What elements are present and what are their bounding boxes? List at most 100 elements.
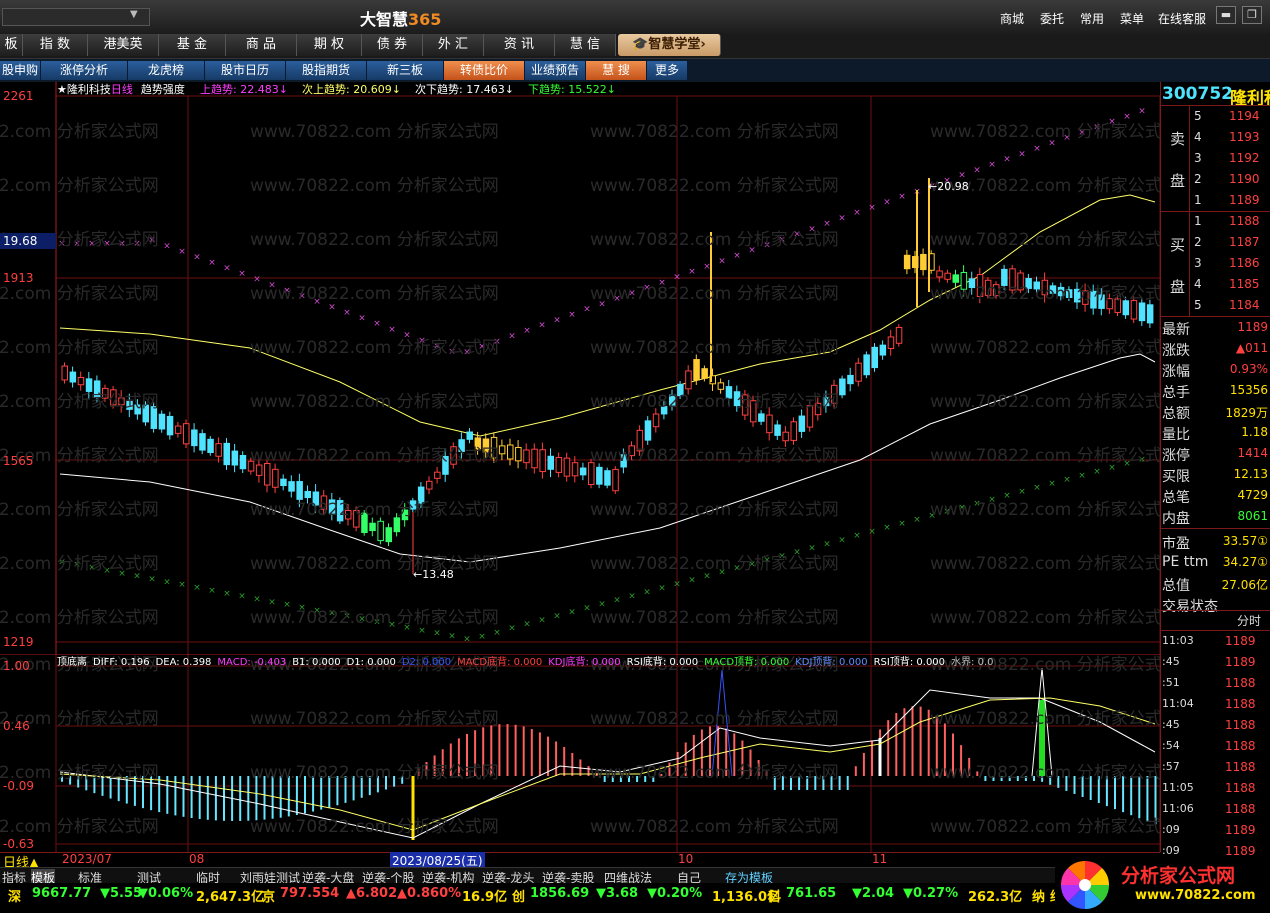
watermark-text: www.70822.com 分析家公式网: [590, 554, 839, 574]
up-trend-cross: ×: [1003, 155, 1011, 165]
nav2-neeq[interactable]: 新三板: [367, 61, 444, 80]
nav-academy[interactable]: 🎓智慧学堂›: [618, 34, 721, 56]
menu-common[interactable]: 常用: [1080, 10, 1104, 27]
legend-down: 下趋势: 15.522↓: [528, 83, 616, 96]
nav2-calendar[interactable]: 股市日历: [205, 61, 286, 80]
ticker-change: ▼2.04: [852, 886, 895, 901]
candle: [644, 420, 652, 441]
bid-price[interactable]: 1184: [1229, 298, 1260, 312]
nav-bond[interactable]: 债 券: [362, 34, 423, 56]
ticker-code[interactable]: 纳: [1032, 886, 1045, 905]
menu-mall[interactable]: 商城: [1000, 10, 1024, 27]
nav2-ipo[interactable]: 股申购: [0, 61, 41, 80]
tick-header[interactable]: 分时: [1237, 612, 1261, 629]
app-name: 大智慧: [360, 10, 409, 29]
ticker-pct: ▼0.27%: [903, 886, 959, 901]
nav-forex[interactable]: 外 汇: [423, 34, 484, 56]
nav2-forecast[interactable]: 业绩预告: [525, 61, 586, 80]
up-trend-cross: ×: [583, 305, 591, 315]
ticker-change: ▼5.55: [100, 886, 143, 901]
restore-icon[interactable]: ❐: [1242, 6, 1262, 24]
bid-price[interactable]: 1187: [1229, 235, 1260, 249]
ask-price[interactable]: 1193: [1229, 130, 1260, 144]
down-trend-cross: ×: [1048, 479, 1056, 489]
ticker-code[interactable]: 创: [512, 886, 525, 905]
ticker-code[interactable]: 科: [768, 886, 781, 905]
candle: [701, 368, 708, 379]
bid-price[interactable]: 1188: [1229, 214, 1260, 228]
ask-price[interactable]: 1189: [1229, 193, 1260, 207]
candle: [871, 346, 878, 369]
legend-down-name: 下趋势: [528, 83, 561, 96]
search-input[interactable]: [2, 8, 150, 26]
candle: [507, 444, 514, 460]
sub-legend: 顶底离 DIFF: 0.196 DEA: 0.398 MACD: -0.403 B1: …: [57, 655, 993, 668]
bid-price[interactable]: 1186: [1229, 256, 1260, 270]
nav2-convertible[interactable]: 转债比价: [444, 61, 525, 80]
nav2-more[interactable]: 更多: [647, 61, 688, 80]
legend-down-value: 15.522: [568, 83, 607, 96]
watermark-text: www.70822.com 分析家公式网: [930, 817, 1160, 837]
bid-price[interactable]: 1185: [1229, 277, 1260, 291]
watermark-sub: www.70822.com 分析家公式网 www.70822.com 分析家公式网…: [0, 655, 1160, 837]
nav-hk-us[interactable]: 港美英: [88, 34, 159, 56]
menu-trade[interactable]: 委托: [1040, 10, 1064, 27]
watermark-text: www.70822.com 分析家公式网: [0, 284, 159, 304]
watermark-text: www.70822.com 分析家公式网: [590, 230, 839, 250]
up-trend-cross: ×: [988, 160, 996, 170]
down-trend-cross: ×: [508, 624, 516, 634]
candle: [158, 413, 166, 430]
up-trend-cross: ×: [568, 310, 576, 320]
kline-chart[interactable]: × × × × × × × × × × × × × × × × × × × × × × × × × × × × × × × × × × × × × × × ×…: [0, 82, 1160, 654]
up-trend-cross: ×: [388, 325, 396, 335]
nav2-limitup[interactable]: 涨停分析: [41, 61, 128, 80]
ticker-value: 761.65: [786, 886, 837, 901]
macd-chart[interactable]: www.70822.com 分析家公式网 www.70822.com 分析家公式网…: [0, 654, 1160, 852]
ask-price[interactable]: 1190: [1229, 172, 1260, 186]
primary-nav: 板 指 数 港美英 基 金 商 品 期 权 债 券 外 汇 资 讯 慧 信 🎓智…: [0, 34, 1270, 59]
down-trend-cross: ×: [838, 535, 846, 545]
ticker-pct: ▼0.06%: [138, 886, 194, 901]
legend-subup: 次上趋势: 20.609↓: [302, 82, 401, 96]
ticker-change: ▼3.68: [596, 886, 639, 901]
tick-price: 1188: [1225, 697, 1256, 711]
up-trend-cross: ×: [343, 308, 351, 318]
nav-commodity[interactable]: 商 品: [226, 34, 297, 56]
up-trend-cross: ×: [898, 192, 906, 202]
nav2-futures[interactable]: 股指期货: [286, 61, 367, 80]
x-label-2: 08: [189, 852, 205, 866]
price-tag: 19.68: [3, 234, 37, 248]
nav-fund[interactable]: 基 金: [159, 34, 226, 56]
candle: [895, 326, 903, 344]
ticker-code[interactable]: 京: [262, 886, 275, 905]
candle: [685, 370, 692, 390]
candle: [85, 378, 93, 392]
nav-news[interactable]: 资 讯: [484, 34, 555, 56]
candle: [863, 354, 870, 376]
nav-option[interactable]: 期 权: [297, 34, 362, 56]
menu-menu[interactable]: 菜单: [1120, 10, 1144, 27]
candle: [766, 414, 773, 434]
nav2-dragon-tiger[interactable]: 龙虎榜: [128, 61, 205, 80]
candle: [539, 449, 546, 473]
up-trend-cross: ×: [973, 165, 981, 175]
high-annotation: ←20.98: [928, 180, 969, 193]
y-label-top: 2261: [3, 89, 34, 103]
ask-price[interactable]: 1194: [1229, 109, 1260, 123]
menu-service[interactable]: 在线客服: [1158, 10, 1206, 27]
minimize-icon[interactable]: ▬: [1216, 6, 1236, 24]
nav-huixin[interactable]: 慧 信: [555, 34, 616, 56]
nav-board[interactable]: 板: [0, 34, 23, 56]
nav-index[interactable]: 指 数: [23, 34, 88, 56]
search-dropdown-icon[interactable]: ▼: [130, 9, 138, 20]
nav2-search[interactable]: 慧 搜: [586, 61, 647, 80]
down-trend-cross: ×: [433, 629, 441, 639]
ask-price[interactable]: 1192: [1229, 151, 1260, 165]
ticker-pct: ▲0.860%: [397, 886, 462, 901]
ticker-code[interactable]: 深: [8, 886, 21, 905]
watermark-text: www.70822.com 分析家公式网: [930, 122, 1160, 142]
watermark: www.70822.com 分析家公式网 www.70822.com 分析家公式网…: [0, 122, 1160, 628]
watermark-text: www.70822.com 分析家公式网: [0, 554, 159, 574]
watermark-text: www.70822.com 分析家公式网: [590, 608, 839, 628]
ticker-amount: 16.9亿: [462, 890, 508, 905]
